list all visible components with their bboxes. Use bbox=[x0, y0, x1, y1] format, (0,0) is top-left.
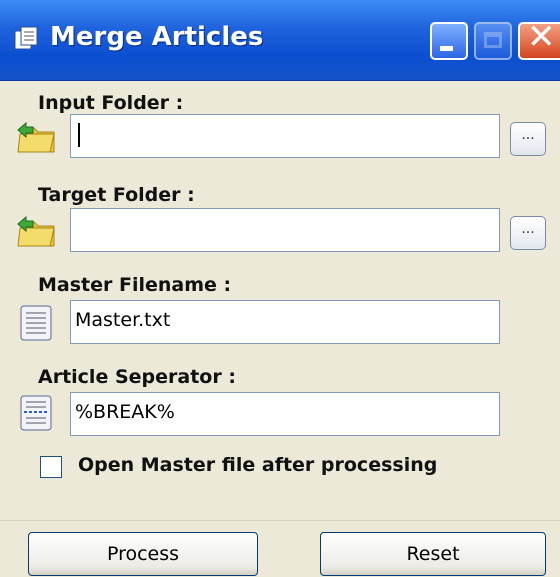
folder-green-arrow-icon bbox=[17, 215, 55, 247]
open-master-checkbox[interactable] bbox=[40, 456, 62, 478]
separator-lines-icon bbox=[20, 395, 52, 431]
input-folder-label: Input Folder : bbox=[38, 92, 184, 114]
folder-green-arrow-icon bbox=[17, 121, 55, 153]
article-separator-field[interactable]: %BREAK% bbox=[70, 392, 500, 436]
input-folder-browse-button[interactable]: ... bbox=[510, 122, 546, 156]
maximize-button[interactable] bbox=[474, 22, 512, 60]
title-bar[interactable]: Merge Articles ✕ bbox=[0, 0, 560, 81]
target-folder-field[interactable] bbox=[70, 208, 500, 252]
open-master-label[interactable]: Open Master file after processing bbox=[78, 454, 437, 476]
article-separator-label: Article Seperator : bbox=[38, 366, 236, 388]
document-icon bbox=[14, 26, 38, 50]
master-filename-field[interactable]: Master.txt bbox=[70, 300, 500, 344]
master-filename-value: Master.txt bbox=[75, 309, 171, 331]
close-icon: ✕ bbox=[527, 17, 556, 57]
article-separator-value: %BREAK% bbox=[75, 401, 175, 423]
text-caret bbox=[78, 123, 80, 147]
window-title: Merge Articles bbox=[50, 22, 264, 52]
close-button[interactable]: ✕ bbox=[518, 17, 560, 60]
master-filename-label: Master Filename : bbox=[38, 274, 232, 296]
minimize-button[interactable] bbox=[430, 22, 468, 60]
text-file-icon bbox=[20, 305, 52, 341]
maximize-icon bbox=[484, 32, 502, 48]
target-folder-label: Target Folder : bbox=[38, 184, 195, 206]
reset-button[interactable]: Reset bbox=[320, 532, 546, 576]
minimize-icon bbox=[440, 46, 453, 51]
divider bbox=[0, 520, 560, 521]
target-folder-browse-button[interactable]: ... bbox=[510, 216, 546, 250]
process-button[interactable]: Process bbox=[28, 532, 258, 576]
input-folder-field[interactable] bbox=[70, 114, 500, 158]
